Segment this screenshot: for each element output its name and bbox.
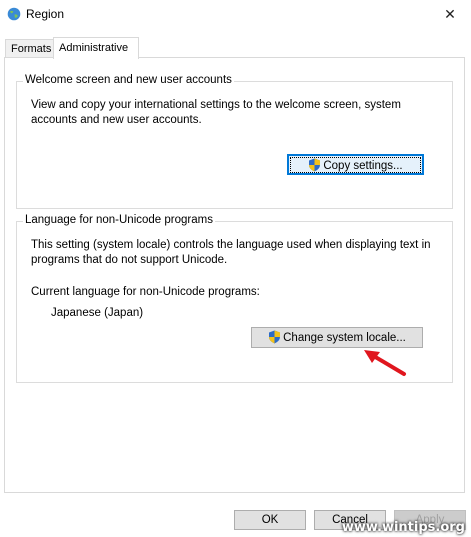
red-arrow-icon [364,350,406,376]
uac-shield-icon [269,330,281,344]
copy-settings-label: Copy settings... [323,160,403,172]
tab-formats[interactable]: Formats [5,39,55,58]
window-title: Region [26,7,65,21]
non-unicode-description: This setting (system locale) controls th… [31,239,431,266]
ok-button[interactable]: OK [234,510,306,530]
title-bar: Region ✕ [0,0,471,30]
close-button[interactable]: ✕ [429,0,471,29]
tab-administrative[interactable]: Administrative [53,37,139,59]
current-language-label: Current language for non-Unicode program… [31,286,260,298]
focus-rect: Copy settings... [290,157,421,173]
copy-settings-button[interactable]: Copy settings... [287,154,424,175]
uac-shield-icon [309,158,321,172]
watermark: www.wintips.org [341,520,465,535]
close-icon: ✕ [444,6,456,22]
welcome-screen-group: Welcome screen and new user accounts Vie… [16,74,453,209]
tab-panel-administrative: Welcome screen and new user accounts Vie… [4,57,465,493]
globe-icon [7,7,21,21]
change-system-locale-label: Change system locale... [283,332,406,344]
current-language-value: Japanese (Japan) [51,307,144,319]
non-unicode-group-legend: Language for non-Unicode programs [23,214,215,226]
change-system-locale-button[interactable]: Change system locale... [251,327,423,348]
welcome-group-legend: Welcome screen and new user accounts [23,74,234,86]
welcome-group-description: View and copy your international setting… [31,99,401,126]
